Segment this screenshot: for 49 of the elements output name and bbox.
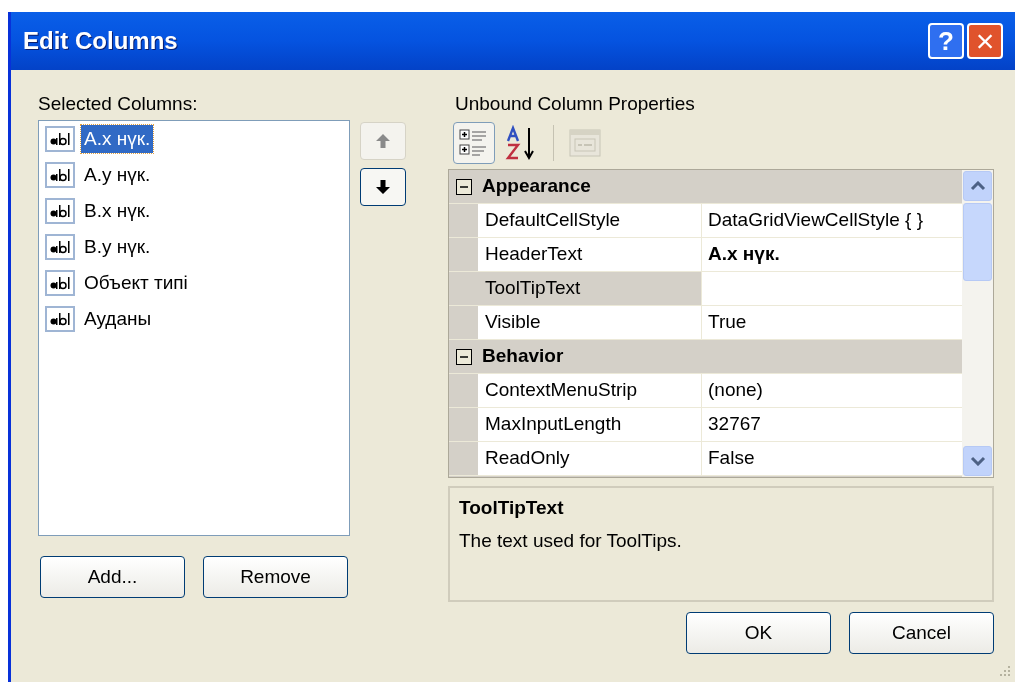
- cancel-button[interactable]: Cancel: [849, 612, 994, 654]
- add-button[interactable]: Add...: [40, 556, 185, 598]
- description-title: ToolTipText: [459, 496, 565, 520]
- property-name[interactable]: MaxInputLength: [478, 408, 702, 441]
- chevron-down-icon: [969, 456, 986, 466]
- text-box-icon: [45, 306, 75, 332]
- expand-icon[interactable]: [456, 178, 472, 195]
- scroll-thumb[interactable]: [963, 203, 992, 281]
- property-value[interactable]: True: [702, 306, 962, 339]
- move-down-button[interactable]: [360, 168, 406, 206]
- property-name[interactable]: DefaultCellStyle: [478, 204, 702, 237]
- property-name[interactable]: ContextMenuStrip: [478, 374, 702, 407]
- ok-button[interactable]: OK: [686, 612, 831, 654]
- expand-icon[interactable]: [456, 348, 472, 365]
- properties-label: Unbound Column Properties: [454, 92, 696, 116]
- list-item[interactable]: В.у нүк.: [81, 232, 154, 262]
- property-name[interactable]: Visible: [478, 306, 702, 339]
- list-item[interactable]: В.х нүк.: [81, 196, 154, 226]
- scroll-up-button[interactable]: [963, 171, 992, 201]
- close-button[interactable]: ×: [967, 23, 1003, 59]
- help-button[interactable]: ?: [928, 23, 964, 59]
- property-value[interactable]: DataGridViewCellStyle { }: [702, 204, 962, 237]
- resize-grip-icon: [997, 664, 1011, 678]
- list-item[interactable]: А.х нүк.: [81, 124, 154, 154]
- list-item[interactable]: Объект типі: [81, 268, 191, 298]
- up-arrow-icon: [375, 133, 391, 149]
- text-box-icon: [45, 270, 75, 296]
- property-value[interactable]: (none): [702, 374, 962, 407]
- down-arrow-icon: [375, 179, 391, 195]
- categorized-button[interactable]: [453, 122, 495, 164]
- category-heading[interactable]: Behavior: [482, 342, 564, 371]
- text-box-icon: [45, 234, 75, 260]
- remove-button[interactable]: Remove: [203, 556, 348, 598]
- property-value[interactable]: А.х нүк.: [702, 238, 962, 271]
- scroll-down-button[interactable]: [963, 446, 992, 476]
- property-value[interactable]: False: [702, 442, 962, 475]
- property-name[interactable]: ReadOnly: [478, 442, 702, 475]
- list-item[interactable]: А.у нүк.: [81, 160, 154, 190]
- property-value[interactable]: 32767: [702, 408, 962, 441]
- text-box-icon: [45, 198, 75, 224]
- text-box-icon: [45, 162, 75, 188]
- property-name[interactable]: HeaderText: [478, 238, 702, 271]
- category-heading[interactable]: Appearance: [482, 172, 591, 201]
- window-title: Edit Columns: [23, 26, 179, 56]
- description-text: The text used for ToolTips.: [459, 528, 683, 553]
- text-box-icon: [45, 126, 75, 152]
- list-item[interactable]: Ауданы: [81, 304, 155, 334]
- list-label: Selected Columns:: [38, 92, 199, 116]
- chevron-up-icon: [969, 181, 986, 191]
